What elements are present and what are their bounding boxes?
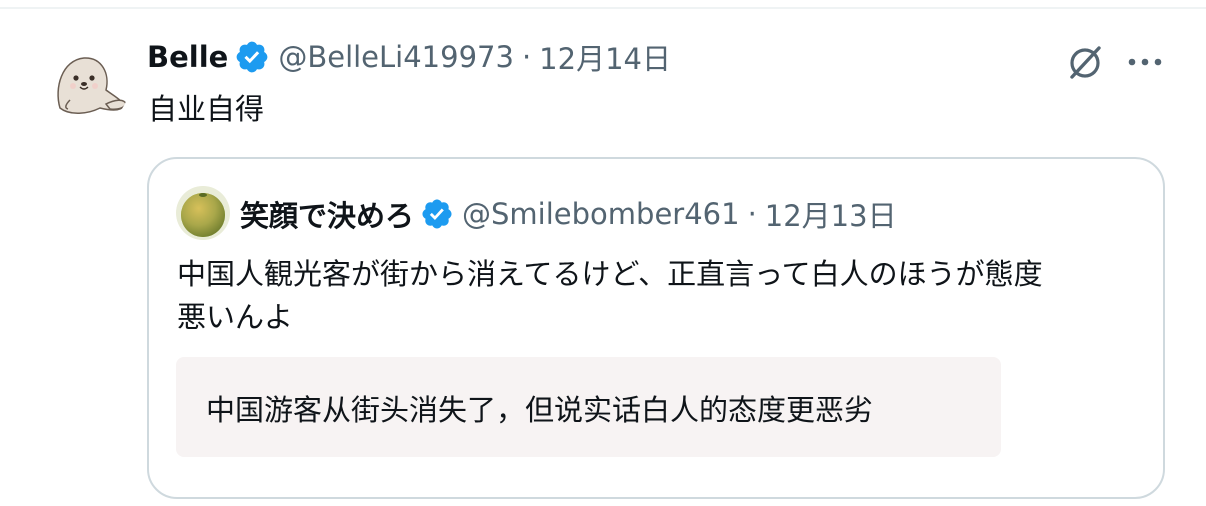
more-options-button[interactable] [1120, 40, 1170, 84]
quoted-tweet-text-line2: 悪いんよ [177, 300, 294, 334]
quoted-tweet-date[interactable]: 12月13日 [765, 193, 897, 235]
translation-box: 中国游客从街头消失了，但说实话白人的态度更恶劣 [176, 357, 1001, 457]
more-options-icon [1128, 58, 1162, 66]
separator-dot: · [521, 40, 532, 74]
tweet-text: 自业自得 [148, 92, 265, 126]
separator-dot: · [747, 197, 757, 231]
author-handle[interactable]: @BelleLi419973 [278, 40, 514, 74]
grok-button[interactable] [1063, 40, 1107, 84]
verified-badge-icon[interactable] [420, 197, 454, 231]
tweet-date[interactable]: 12月14日 [539, 36, 671, 78]
translation-text: 中国游客从街头消失了，但说实话白人的态度更恶劣 [206, 393, 874, 427]
verified-badge-icon[interactable] [234, 39, 270, 75]
quoted-tweet-text: 中国人観光客が街から消えてるけど、正直言って白人のほうが態度 悪いんよ [177, 253, 1137, 339]
quoted-author-avatar[interactable] [176, 186, 230, 240]
quoted-author-display-name[interactable]: 笑顔で決めろ [240, 193, 414, 235]
author-avatar[interactable] [40, 38, 130, 128]
grok-icon [1070, 46, 1101, 79]
quoted-author-handle[interactable]: @Smilebomber461 [462, 197, 740, 231]
quoted-tweet-text-line1: 中国人観光客が街から消えてるけど、正直言って白人のほうが態度 [177, 257, 1043, 291]
quoted-tweet-header: 笑顔で決めろ @Smilebomber461 · 12月13日 [240, 192, 897, 236]
quoted-tweet-card[interactable]: 笑顔で決めろ @Smilebomber461 · 12月13日 中国人観光客が街… [147, 157, 1165, 499]
top-divider [0, 7, 1206, 9]
orange-fruit-avatar-icon [176, 186, 230, 240]
seal-avatar-icon [40, 38, 130, 128]
tweet-header: Belle @BelleLi419973 · 12月14日 [147, 36, 671, 78]
author-display-name[interactable]: Belle [147, 40, 228, 74]
